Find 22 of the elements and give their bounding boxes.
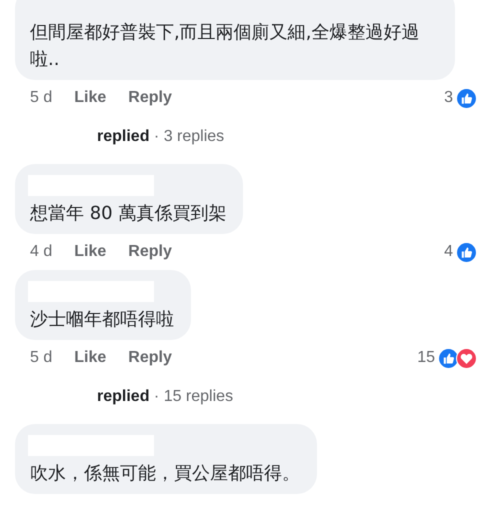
reply-link[interactable]: Reply [128,89,172,107]
reaction-count: 3 [444,89,453,107]
comment-time: 5 d [30,349,52,367]
reaction-count: 15 [417,349,435,367]
like-link[interactable]: Like [74,89,106,107]
like-link[interactable]: Like [74,349,106,367]
like-reaction-icon [456,88,477,108]
reply-link[interactable]: Reply [128,243,172,261]
reaction-count: 4 [444,243,453,261]
reply-link[interactable]: Reply [128,349,172,367]
like-reaction-icon [456,242,477,262]
comment-text: 但間屋都好普裝下,而且兩個廁又細,全爆整過好過啦.. [30,21,420,72]
like-link[interactable]: Like [74,243,106,261]
view-replies-link[interactable]: replied · 3 replies [97,128,224,145]
comment-text: 想當年 80 萬真係買到架 [30,202,226,226]
comment-text: 沙士嗰年都唔得啦 [30,308,174,332]
comment-time: 4 d [30,243,52,261]
heart-reaction-icon [456,348,477,368]
comment-text: 吹水，係無可能，買公屋都唔得。 [30,462,300,486]
like-reaction-icon [438,348,459,368]
view-replies-link[interactable]: replied · 15 replies [97,388,234,405]
comment-time: 5 d [30,89,52,107]
